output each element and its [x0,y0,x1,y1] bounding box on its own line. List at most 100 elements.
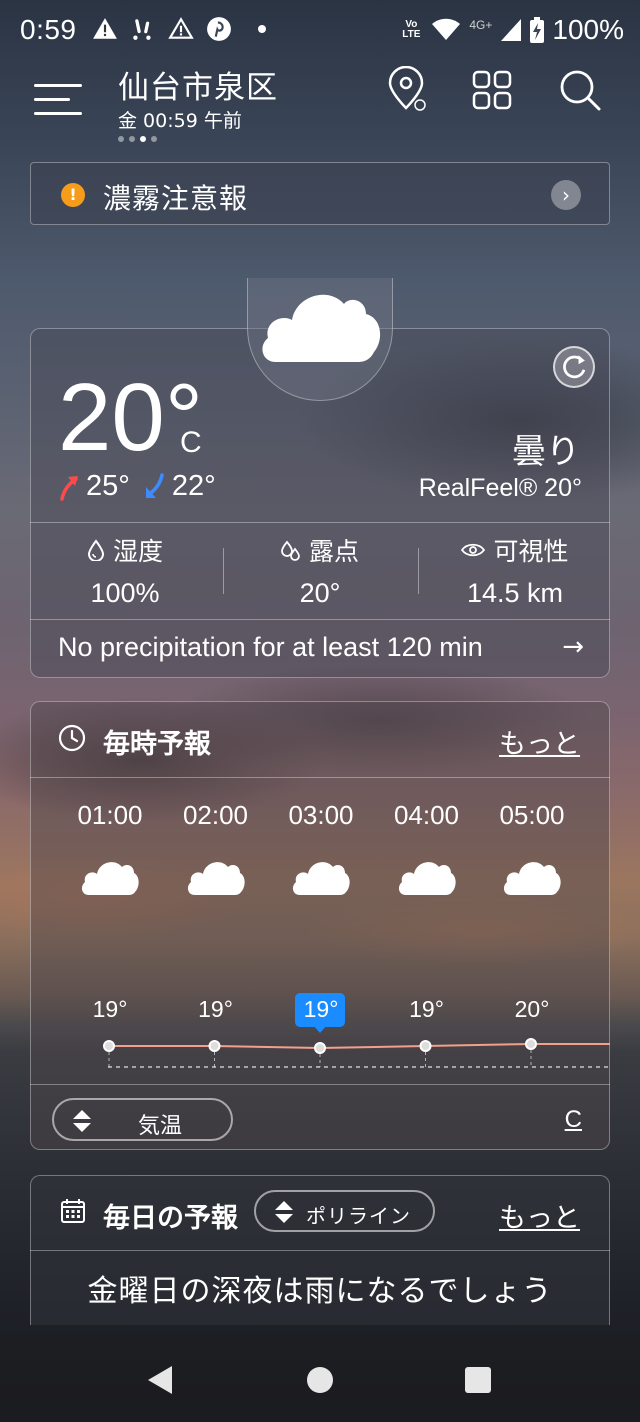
hour-column[interactable]: 03:00 [281,800,361,897]
location-title[interactable]: 仙台市泉区 [118,62,278,107]
status-time: 0:59 [20,14,77,45]
hour-temp: 19° [303,996,339,1022]
back-icon[interactable] [140,1360,180,1400]
divider [30,619,610,620]
warning-icon [93,18,117,39]
divider [30,777,610,778]
page-dot-active [140,136,146,142]
alert-text: 濃霧注意報 [103,182,249,215]
dew-point-icon [281,540,300,561]
divider [30,1084,610,1085]
divider [223,548,224,594]
hour-time: 02:00 [182,800,249,830]
cloud-icon [503,862,561,895]
warning-outline-icon [168,17,194,39]
battery-level: 100% [552,14,624,45]
daily-more-link[interactable]: もっと [499,1196,580,1235]
high-temp: 25° [86,470,130,502]
hour-temp: 19° [92,996,128,1022]
temperature-point [314,1042,326,1054]
stat-value: 14.5 km [466,578,564,608]
stat-label: 可視性 [493,537,569,566]
high-arrow-icon [60,475,78,501]
arrow-right-icon[interactable]: → [562,632,584,662]
home-icon[interactable] [300,1360,340,1400]
page-dot [118,136,124,142]
more-notifications-dot [258,25,266,33]
hour-temp: 19° [198,996,233,1022]
temperature-point [208,1040,221,1052]
high-low-temps: 25° 22° [58,470,216,503]
recents-icon[interactable] [458,1360,498,1400]
divider [30,522,610,523]
hour-time: 03:00 [288,800,354,830]
page-dot [151,136,157,142]
hourly-more-link[interactable]: もっと [499,722,580,761]
stat-visibility: 可視性 14.5 km [420,532,610,609]
status-bar: 0:59 Vo LTE 4G+ 100% [0,0,640,62]
hourly-forecast-card [30,701,610,1150]
battery-charging-icon [530,17,545,43]
menu-button[interactable] [30,74,86,118]
exclamation-pair-icon [133,19,151,40]
precipitation-forecast-link[interactable]: No precipitation for at least 120 min [58,632,483,663]
notification-icons [92,16,266,42]
alert-icon: ! [61,183,85,207]
calendar-icon [61,1199,85,1223]
cloud-icon [292,862,350,895]
cloud-icon [81,862,139,895]
cloud-icon [398,862,456,895]
refresh-icon[interactable] [553,346,595,388]
hour-column[interactable]: 04:00 [387,800,467,897]
hour-temp: 19° [409,996,444,1022]
daily-summary-text: 金曜日の深夜は雨になるでしょう [87,1274,553,1309]
wifi-icon [432,18,461,40]
clock-icon [58,724,86,752]
sort-arrows-icon [73,1110,91,1132]
hour-column[interactable]: 01:00 [70,800,150,897]
divider [30,1250,610,1251]
stat-label: 露点 [308,537,359,566]
humidity-drop-icon [87,539,104,561]
metric-toggle-button[interactable]: 気温 [52,1098,233,1141]
cloud-icon [187,862,245,895]
location-local-time: 金 00:59 午前 [118,110,242,132]
daily-style-label: ポリライン [306,1204,411,1228]
temperature-point [525,1038,537,1050]
app-header: 仙台市泉区 金 00:59 午前 [0,60,640,150]
hour-column[interactable]: 02:00 [176,800,256,897]
system-navigation-bar [0,1336,640,1422]
stat-value: 20° [299,578,341,608]
low-arrow-icon [145,472,164,498]
chevron-right-icon: › [551,180,581,210]
hour-column[interactable]: 05:00 [492,800,572,897]
condition-text: 曇り [512,432,580,472]
signal-icon [501,19,522,41]
temperature-point [419,1040,432,1052]
low-temp: 22° [171,470,216,502]
network-type: 4G+ [469,18,493,32]
location-pin-icon[interactable] [382,66,430,114]
realfeel-temp: RealFeel® 20° [418,474,582,502]
stat-label: 湿度 [112,537,163,566]
search-icon[interactable] [556,66,604,114]
widgets-grid-icon[interactable] [468,66,516,114]
daily-style-toggle[interactable]: ポリライン [254,1190,435,1232]
cloud-icon [262,294,381,362]
divider [418,548,419,594]
weather-alert-banner[interactable]: ! 濃霧注意報 › [30,162,610,225]
location-page-indicator [118,136,157,142]
hour-temp: 20° [514,996,550,1022]
unit-toggle-link[interactable]: C [565,1106,582,1134]
stat-humidity: 湿度 100% [30,532,220,609]
eye-icon [461,543,486,557]
volte-icon: Vo LTE [402,19,421,40]
system-icons: Vo LTE 4G+ 100% [399,14,624,46]
stat-dew-point: 露点 20° [225,532,415,609]
temperature-point [103,1040,115,1052]
hour-time: 04:00 [393,800,460,830]
hourly-title: 毎時予報 [103,729,211,760]
hour-time: 05:00 [499,800,565,830]
hour-time: 01:00 [77,800,143,830]
temperature-unit: C [180,426,202,459]
